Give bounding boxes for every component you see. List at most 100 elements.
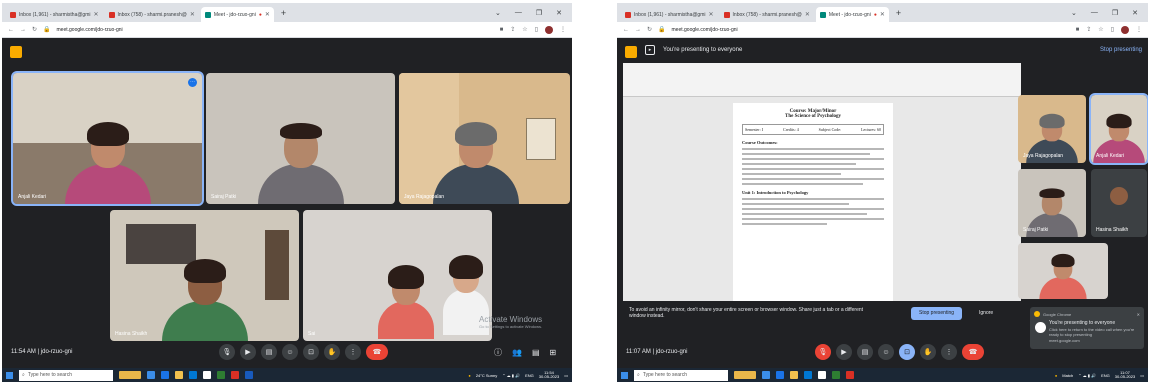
powerpoint-icon[interactable] (846, 371, 854, 379)
chrome-icon[interactable] (203, 371, 211, 379)
tray-icons[interactable]: ⌃ ☁ ▮ 🔊 (502, 373, 520, 378)
word-icon[interactable] (245, 371, 253, 379)
task-view-icon[interactable] (147, 371, 155, 379)
store-icon[interactable] (189, 371, 197, 379)
close-icon[interactable]: ✕ (265, 11, 270, 18)
back-icon[interactable]: ← (8, 27, 14, 33)
participant-tile[interactable]: Hasina Shaikh (110, 210, 299, 341)
activities-icon[interactable]: ⊞ (550, 348, 557, 357)
mic-off-button[interactable]: 🎙 (815, 344, 831, 360)
participant-tile[interactable]: Sai (303, 210, 492, 341)
stop-presenting-link[interactable]: Stop presenting (1100, 47, 1142, 53)
participant-tile[interactable]: Anjali Kedari (1089, 93, 1148, 165)
file-explorer-icon[interactable] (790, 371, 798, 379)
tray-icons[interactable]: ⌃ ☁ ▮ 🔊 (1078, 373, 1096, 378)
close-icon[interactable]: ✕ (94, 11, 99, 18)
store-icon[interactable] (804, 371, 812, 379)
new-tab-button[interactable]: + (891, 8, 906, 18)
sidebar-icon[interactable]: ▯ (1111, 26, 1114, 33)
edge-icon[interactable] (776, 371, 784, 379)
more-options-icon[interactable]: ⋯ (188, 78, 197, 87)
file-explorer-icon[interactable] (175, 371, 183, 379)
close-icon[interactable]: ✕ (805, 11, 810, 18)
browser-tab[interactable]: Inbox (758) - sharmi.pranesh@ ✕ (719, 7, 814, 22)
mic-button[interactable]: 🎙 (219, 344, 235, 360)
leave-call-button[interactable]: ☎ (962, 344, 984, 360)
edge-icon[interactable] (161, 371, 169, 379)
more-options-button[interactable]: ⋮ (941, 344, 957, 360)
taskbar-search-input[interactable]: ⌕ Type here to search (19, 369, 113, 381)
star-icon[interactable]: ☆ (1098, 26, 1103, 33)
taskbar-widget-icon[interactable] (734, 371, 756, 379)
notification-icon[interactable]: ▭ (1140, 373, 1144, 378)
close-window-button[interactable]: ✕ (556, 9, 562, 17)
maximize-button[interactable]: ❐ (1112, 9, 1118, 17)
excel-icon[interactable] (217, 371, 225, 379)
participant-tile[interactable]: Sairaj Patki (206, 73, 395, 204)
emoji-button[interactable]: ☺ (878, 344, 894, 360)
raise-hand-button[interactable]: ✋ (324, 344, 340, 360)
browser-tab[interactable]: Inbox (1,961) - sharmistha@gmi ✕ (6, 7, 103, 22)
camera-button[interactable]: ▶ (836, 344, 852, 360)
close-icon[interactable]: ✕ (709, 11, 714, 18)
camera-icon[interactable]: ■ (1076, 27, 1080, 33)
new-tab-button[interactable]: + (276, 8, 291, 18)
captions-button[interactable]: ▤ (857, 344, 873, 360)
more-options-button[interactable]: ⋮ (345, 344, 361, 360)
participant-tile[interactable]: Hasina Shaikh (1091, 169, 1147, 237)
camera-icon[interactable]: ■ (500, 27, 504, 33)
stop-presenting-button[interactable]: Stop presenting (911, 306, 963, 320)
camera-button[interactable]: ▶ (240, 344, 256, 360)
participant-tile[interactable] (1018, 243, 1108, 299)
browser-tab-active[interactable]: Meet - jdo-rzuo-gni ● ✕ (200, 7, 274, 22)
chevron-down-icon[interactable]: ⌄ (495, 9, 501, 17)
close-icon[interactable]: ✕ (1137, 312, 1140, 317)
browser-tab[interactable]: Inbox (758) - sharmi.pranesh@ ✕ (104, 7, 199, 22)
task-view-icon[interactable] (762, 371, 770, 379)
participant-tile[interactable]: Jaya Rajagopalan (399, 73, 570, 204)
kebab-menu-icon[interactable]: ⋮ (1136, 26, 1142, 33)
participant-tile[interactable]: Jaya Rajagopalan (1018, 95, 1086, 163)
forward-icon[interactable]: → (20, 27, 26, 33)
close-window-button[interactable]: ✕ (1132, 9, 1138, 17)
windows-start-icon[interactable] (6, 371, 13, 379)
chevron-down-icon[interactable]: ⌄ (1071, 9, 1077, 17)
share-icon[interactable]: ⇪ (1086, 26, 1091, 33)
back-icon[interactable]: ← (623, 27, 629, 33)
minimize-button[interactable]: — (515, 9, 522, 17)
maximize-button[interactable]: ❐ (536, 9, 542, 17)
emoji-button[interactable]: ☺ (282, 344, 298, 360)
kebab-menu-icon[interactable]: ⋮ (560, 26, 566, 33)
info-icon[interactable]: ⓘ (494, 347, 502, 358)
share-icon[interactable]: ⇪ (510, 26, 515, 33)
avatar[interactable] (545, 25, 553, 34)
present-button[interactable]: ⊡ (899, 344, 915, 360)
ignore-button[interactable]: Ignore (979, 310, 993, 316)
windows-start-icon[interactable] (621, 371, 628, 379)
minimize-button[interactable]: — (1091, 9, 1098, 17)
present-button[interactable]: ⊡ (303, 344, 319, 360)
forward-icon[interactable]: → (635, 27, 641, 33)
taskbar-widget-icon[interactable] (119, 371, 141, 379)
star-icon[interactable]: ☆ (522, 26, 527, 33)
people-icon[interactable]: 👥 (512, 348, 522, 357)
close-icon[interactable]: ✕ (190, 11, 195, 18)
chrome-icon[interactable] (818, 371, 826, 379)
taskbar-search-input[interactable]: ⌕ Type here to search (634, 369, 728, 381)
reload-icon[interactable]: ↻ (647, 26, 652, 33)
powerpoint-icon[interactable] (231, 371, 239, 379)
notification-icon[interactable]: ▭ (564, 373, 568, 378)
browser-tab-active[interactable]: Meet - jdo-rzuo-gni ● ✕ (815, 7, 889, 22)
avatar[interactable] (1121, 25, 1129, 34)
url-field[interactable]: meet.google.com/jdo-rzuo-gni (57, 27, 123, 33)
participant-tile[interactable]: Sairaj Patki (1018, 169, 1086, 237)
url-field[interactable]: meet.google.com/jdo-rzuo-gni (672, 27, 738, 33)
browser-tab[interactable]: Inbox (1,961) - sharmistha@gmi ✕ (621, 7, 718, 22)
leave-call-button[interactable]: ☎ (366, 344, 388, 360)
raise-hand-button[interactable]: ✋ (920, 344, 936, 360)
chat-icon[interactable]: ▤ (532, 348, 540, 357)
captions-button[interactable]: ▤ (261, 344, 277, 360)
excel-icon[interactable] (832, 371, 840, 379)
sidebar-icon[interactable]: ▯ (535, 26, 538, 33)
close-icon[interactable]: ✕ (880, 11, 885, 18)
